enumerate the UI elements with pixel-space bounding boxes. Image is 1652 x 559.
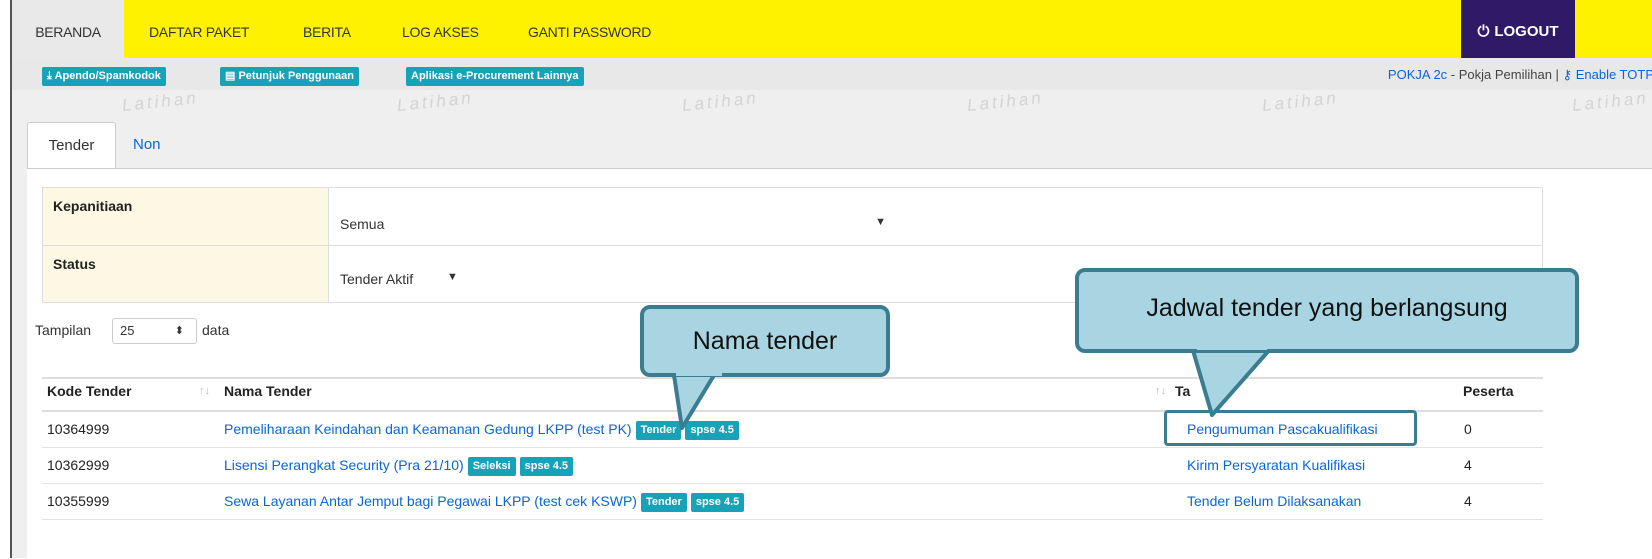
apendo-button[interactable]: ⤓ Apendo/Spamkodok [42,67,166,86]
col-kode-tender[interactable]: Kode Tender [47,383,132,399]
tampilan-label: Tampilan [35,322,92,338]
status-select[interactable]: Tender Aktif ▼ [330,255,480,297]
nama-tender-link[interactable]: Lisensi Perangkat Security (Pra 21/10) [224,457,464,473]
nama-tender-link[interactable]: Pemeliharaan Keindahan dan Keamanan Gedu… [224,421,632,437]
eproc-lainnya-label: Aplikasi e-Procurement Lainnya [411,70,579,82]
key-icon: ⚷ [1562,67,1573,82]
col-peserta[interactable]: Peserta [1463,383,1514,399]
kepanitiaan-label: Kepanitiaan [43,188,329,246]
kepanitiaan-value: Semua [340,216,385,232]
nama-tender-link[interactable]: Sewa Layanan Antar Jemput bagi Pegawai L… [224,493,637,509]
tampilan-suffix: data [202,322,230,338]
updown-icon: ⬍ [174,325,184,337]
peserta-cell: 4 [1464,493,1472,509]
book-icon: ▤ [225,70,236,82]
metode-badge: Tender [640,492,687,512]
table-top-border [42,377,1543,379]
kode-tender-cell: 10364999 [47,421,110,437]
peserta-cell: 0 [1464,421,1472,437]
user-name[interactable]: POKJA 2c [1388,67,1447,82]
metode-badge: Seleksi [467,456,516,476]
app-window: BERANDA DAFTAR PAKET BERITA LOG AKSES GA… [10,0,1652,559]
kode-tender-cell: 10355999 [47,493,110,509]
sub-toolbar: ⤓ Apendo/Spamkodok ▤ Petunjuk Penggunaan… [12,58,1652,90]
versi-badge: spse 4.5 [519,456,574,476]
page-size-control: Tampilan 25 ⬍ data [35,318,229,344]
peserta-cell: 4 [1464,457,1472,473]
enable-totp-link[interactable]: ⚷ Enable TOTP [1563,67,1652,82]
table-row: 10362999 Lisensi Perangkat Security (Pra… [42,448,1543,484]
col-nama-tender[interactable]: Nama Tender [224,383,312,399]
tahap-link[interactable]: Tender Belum Dilaksanakan [1187,484,1361,518]
power-icon: ⏻ [1477,23,1490,40]
user-info: POKJA 2c - Pokja Pemilihan | ⚷ Enable TO… [1388,67,1652,83]
versi-badge: spse 4.5 [690,492,745,512]
status-value: Tender Aktif [340,271,414,287]
logout-button[interactable]: ⏻ LOGOUT [1461,0,1575,58]
page-size-select[interactable]: 25 ⬍ [112,318,197,344]
page-size-value: 25 [120,323,135,338]
eproc-lainnya-button[interactable]: Aplikasi e-Procurement Lainnya [406,67,584,86]
tab-ganti-password[interactable]: GANTI PASSWORD [528,0,651,58]
kode-tender-cell: 10362999 [47,457,110,473]
download-icon: ⤓ [47,70,52,82]
tab-beranda[interactable]: BERANDA [12,0,124,58]
tahap-link[interactable]: Kirim Persyaratan Kualifikasi [1187,448,1365,482]
callout-joint [676,370,722,376]
tab-daftar-paket[interactable]: DAFTAR PAKET [149,0,249,58]
enable-totp-label: Enable TOTP [1575,67,1652,82]
table-row: 10355999 Sewa Layanan Antar Jemput bagi … [42,484,1543,520]
caret-down-icon: ▼ [447,271,458,283]
nama-tender-cell: Lisensi Perangkat Security (Pra 21/10) Se… [224,448,574,482]
callout-joint [1197,345,1267,350]
nama-tender-cell: Sewa Layanan Antar Jemput bagi Pegawai L… [224,484,745,518]
kepanitiaan-select[interactable]: Semua ▼ [330,200,900,240]
user-role: - Pokja Pemilihan | [1447,67,1563,82]
callout-jadwal: Jadwal tender yang berlangsung [1075,268,1579,353]
petunjuk-button[interactable]: ▤ Petunjuk Penggunaan [220,67,359,86]
tab-log-akses[interactable]: LOG AKSES [402,0,479,58]
filter-divider [43,245,1542,246]
petunjuk-label: Petunjuk Penggunaan [238,70,354,82]
status-label: Status [43,246,329,302]
caret-down-icon: ▼ [875,216,886,228]
logout-label: LOGOUT [1494,23,1559,40]
callout-nama-tender: Nama tender [640,305,890,377]
tab-berita[interactable]: BERITA [303,0,351,58]
callout-tail [1190,345,1274,417]
sort-icon[interactable]: ↑↓ [1155,385,1166,397]
top-nav: BERANDA DAFTAR PAKET BERITA LOG AKSES GA… [12,0,1652,58]
apendo-label: Apendo/Spamkodok [54,70,161,82]
sort-icon[interactable]: ↑↓ [199,385,210,397]
